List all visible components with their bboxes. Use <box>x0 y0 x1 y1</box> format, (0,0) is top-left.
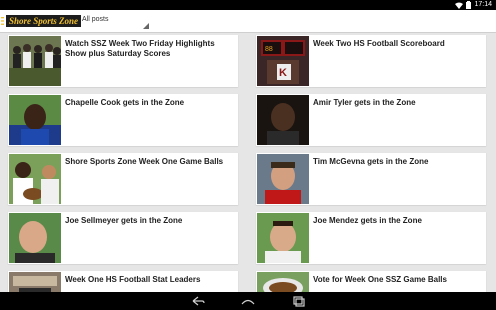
status-time: 17:14 <box>474 1 492 8</box>
post-card[interactable]: Joe Sellmeyer gets in the Zone <box>8 212 238 264</box>
recents-icon[interactable] <box>290 295 306 307</box>
post-title: Week Two HS Football Scoreboard <box>313 39 445 48</box>
drawer-menu-icon[interactable] <box>1 16 5 26</box>
post-card[interactable]: Joe Mendez gets in the Zone <box>256 212 486 264</box>
posts-filter-dropdown[interactable]: All posts <box>80 13 150 30</box>
post-card[interactable]: Amir Tyler gets in the Zone <box>256 94 486 146</box>
post-thumbnail <box>9 213 61 263</box>
post-thumbnail <box>257 95 309 145</box>
post-title: Vote for Week One SSZ Game Balls <box>313 275 447 284</box>
back-icon[interactable] <box>190 295 206 307</box>
post-thumbnail <box>257 272 309 292</box>
post-card[interactable]: Watch SSZ Week Two Friday Highlights Sho… <box>8 35 238 87</box>
post-thumbnail <box>257 213 309 263</box>
post-title: Joe Sellmeyer gets in the Zone <box>65 216 183 225</box>
post-card[interactable]: Vote for Week One SSZ Game Balls <box>256 271 486 292</box>
home-icon[interactable] <box>240 295 256 307</box>
battery-icon <box>466 1 472 9</box>
post-thumbnail <box>257 154 309 204</box>
action-bar: Shore Sports Zone All posts <box>0 10 496 33</box>
post-card[interactable]: Tim McGevna gets in the Zone <box>256 153 486 205</box>
status-icons: 17:14 <box>455 0 492 10</box>
post-grid: Watch SSZ Week Two Friday Highlights Sho… <box>0 33 496 292</box>
post-card[interactable]: Shore Sports Zone Week One Game Balls <box>8 153 238 205</box>
post-title: Tim McGevna gets in the Zone <box>313 157 429 166</box>
navigation-bar <box>0 292 496 310</box>
post-thumbnail: 88 K <box>257 36 309 86</box>
post-title: Shore Sports Zone Week One Game Balls <box>65 157 224 166</box>
post-thumbnail <box>9 272 61 292</box>
post-card[interactable]: Chapelle Cook gets in the Zone <box>8 94 238 146</box>
dropdown-triangle-icon <box>143 23 149 29</box>
post-thumbnail <box>9 95 61 145</box>
wifi-icon <box>455 2 464 9</box>
posts-filter-label: All posts <box>82 16 109 23</box>
post-thumbnail <box>9 154 61 204</box>
app-logo[interactable]: Shore Sports Zone <box>6 15 82 27</box>
post-title: Joe Mendez gets in the Zone <box>313 216 422 225</box>
post-title: Amir Tyler gets in the Zone <box>313 98 416 107</box>
svg-text:88: 88 <box>265 46 273 53</box>
post-card[interactable]: 88 K Week Two HS Football Scoreboard <box>256 35 486 87</box>
status-bar: 17:14 <box>0 0 496 10</box>
svg-text:K: K <box>279 67 287 79</box>
post-title: Watch SSZ Week Two Friday Highlights Sho… <box>65 39 215 58</box>
post-title: Week One HS Football Stat Leaders <box>65 275 201 284</box>
post-title: Chapelle Cook gets in the Zone <box>65 98 185 107</box>
post-card[interactable]: Week One HS Football Stat Leaders <box>8 271 238 292</box>
post-thumbnail <box>9 36 61 86</box>
